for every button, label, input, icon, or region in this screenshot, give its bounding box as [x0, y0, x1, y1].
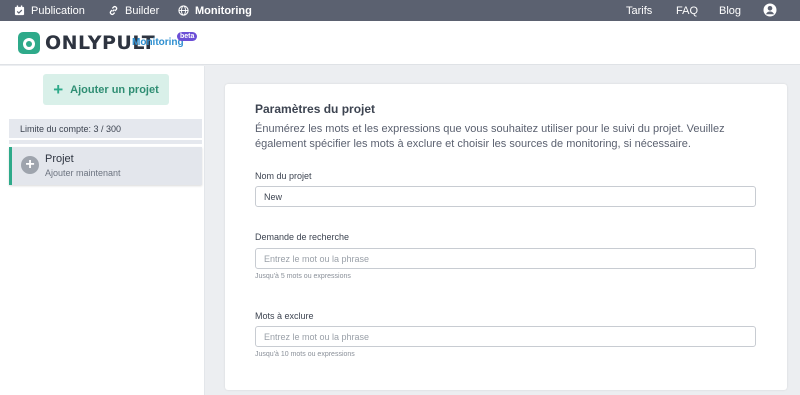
beta-badge: beta [177, 32, 198, 41]
plus-circle-icon: + [21, 156, 39, 174]
nav-monitoring-label: Monitoring [195, 4, 252, 17]
exclude-words-label: Mots à exclure [255, 311, 314, 321]
nav-builder-label: Builder [125, 4, 160, 17]
project-subtitle: Ajouter maintenant [45, 168, 121, 178]
logo-camera-icon [18, 32, 40, 54]
add-project-label: Ajouter un projet [70, 83, 159, 96]
account-limit: Limite du compte: 3 / 300 [9, 119, 202, 138]
sidebar: + Ajouter un projet Limite du compte: 3 … [0, 66, 205, 395]
exclude-words-hint: Jusqu'à 10 mots ou expressions [255, 351, 355, 358]
exclude-words-input[interactable] [255, 326, 756, 347]
search-query-label: Demande de recherche [255, 232, 350, 242]
search-query-hint: Jusqu'à 5 mots ou expressions [255, 273, 351, 280]
globe-icon [178, 5, 189, 16]
calendar-icon [14, 5, 25, 16]
project-settings-card: Paramètres du projet Énumérez les mots e… [225, 84, 787, 390]
nav-publication[interactable]: Publication [14, 0, 85, 21]
product-name: Monitoring [132, 37, 184, 48]
project-item[interactable]: + Projet Ajouter maintenant [9, 147, 202, 185]
divider [9, 140, 202, 144]
nav-tarifs[interactable]: Tarifs [626, 0, 652, 21]
nav-monitoring[interactable]: Monitoring [178, 0, 252, 21]
nav-blog[interactable]: Blog [719, 0, 741, 21]
link-icon [109, 6, 118, 15]
page-title: Paramètres du projet [255, 102, 376, 116]
plus-icon: + [53, 80, 64, 99]
project-name-input[interactable] [255, 186, 756, 207]
project-name-label: Nom du projet [255, 171, 312, 181]
project-title: Projet [45, 153, 74, 165]
nav-faq[interactable]: FAQ [676, 0, 698, 21]
add-project-button[interactable]: + Ajouter un projet [43, 74, 169, 105]
search-query-input[interactable] [255, 248, 756, 269]
nav-builder[interactable]: Builder [108, 0, 159, 21]
scrollbar[interactable] [790, 66, 800, 395]
nav-publication-label: Publication [31, 4, 85, 17]
top-nav: Publication Builder Monitoring Tarifs FA… [0, 0, 800, 21]
description: Énumérez les mots et les expressions que… [255, 123, 725, 150]
app-header: ONLYPULT Monitoring beta [0, 21, 800, 65]
user-icon[interactable] [763, 3, 777, 17]
